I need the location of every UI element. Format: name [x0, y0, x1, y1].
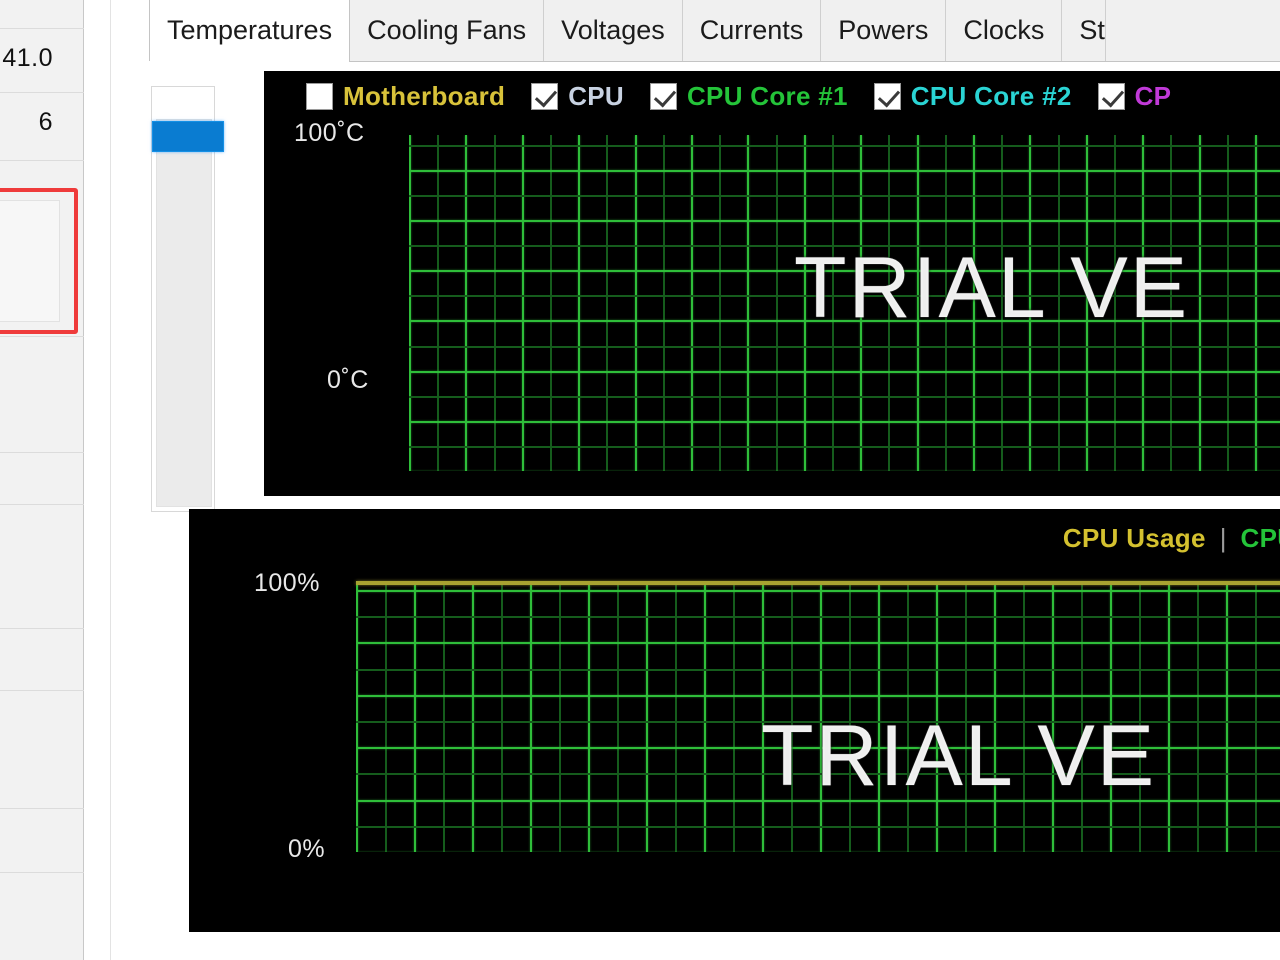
- row-divider: [0, 690, 84, 691]
- tab-label: Powers: [838, 15, 929, 45]
- header-separator: |: [1219, 523, 1227, 553]
- row-divider: [0, 92, 84, 93]
- app-window: 41.0 6 Temperatures Cooling Fans Voltage…: [0, 0, 1280, 960]
- tab-label: Cooling Fans: [367, 15, 527, 45]
- sensor-value-2: 6: [38, 108, 53, 136]
- checkbox-cpu-icon[interactable]: [531, 82, 559, 110]
- tab-clocks[interactable]: Clocks: [946, 0, 1063, 61]
- header-item-cpu-usage[interactable]: CPU Usage: [1063, 523, 1206, 554]
- highlight-annotation-box: [0, 188, 78, 334]
- cpu-usage-series-line: [356, 581, 1280, 585]
- usage-grid: [356, 585, 1280, 852]
- legend-label-motherboard: Motherboard: [343, 80, 506, 111]
- cpu-usage-graph[interactable]: TRIAL VE 100% 0% CPU Usage | CPU T: [189, 509, 1280, 932]
- row-divider: [0, 628, 84, 629]
- legend-label-cpu: CPU: [568, 80, 624, 111]
- row-divider: [0, 452, 84, 453]
- checkbox-motherboard-icon[interactable]: [306, 82, 333, 110]
- legend-label-cpu-core-2: CPU Core #2: [910, 80, 1072, 111]
- temperature-graph[interactable]: TRIAL VE 100˚C 0˚C Motherboard CPU CPU C…: [264, 71, 1280, 496]
- tab-label: Currents: [699, 15, 804, 45]
- tab-voltages[interactable]: Voltages: [544, 0, 683, 61]
- temperatures-tab-page: TRIAL VE 100˚C 0˚C Motherboard CPU CPU C…: [150, 62, 1280, 960]
- legend-item-cpu-package[interactable]: CP: [1097, 80, 1172, 112]
- sensor-value-1: 41.0: [2, 44, 53, 72]
- legend-label-cpu-core-1: CPU Core #1: [686, 80, 848, 111]
- y-axis-min-label: 0%: [288, 835, 326, 863]
- tab-label: Temperatures: [167, 15, 333, 45]
- tab-statistics[interactable]: St: [1062, 0, 1106, 61]
- y-axis-max-label: 100%: [254, 569, 320, 597]
- temperature-legend: Motherboard CPU CPU Core #1 CPU Core #2: [264, 71, 1280, 121]
- checkbox-cpu-core-1-icon[interactable]: [649, 82, 677, 110]
- panel-gap: [85, 0, 111, 960]
- tab-currents[interactable]: Currents: [682, 0, 822, 61]
- sensor-values-panel: 41.0 6: [0, 0, 84, 960]
- legend-item-cpu-core-1[interactable]: CPU Core #1: [649, 80, 848, 112]
- temperature-grid: [409, 135, 1280, 471]
- y-axis-max-label: 100˚C: [294, 119, 365, 147]
- tab-label: Voltages: [561, 15, 665, 45]
- tab-label: St: [1079, 15, 1105, 45]
- checkbox-cpu-package-icon[interactable]: [1097, 82, 1125, 110]
- sensor-list-item-selected[interactable]: [152, 121, 224, 152]
- row-divider: [0, 872, 84, 873]
- legend-label-cpu-package: CP: [1134, 80, 1172, 111]
- row-divider: [0, 160, 84, 161]
- tab-cooling-fans[interactable]: Cooling Fans: [350, 0, 545, 61]
- row-divider: [0, 504, 84, 505]
- y-axis-min-label: 0˚C: [327, 366, 369, 394]
- legend-item-cpu[interactable]: CPU: [531, 81, 624, 112]
- row-divider: [0, 336, 84, 337]
- usage-graph-header: CPU Usage | CPU T: [1063, 523, 1280, 554]
- main-content: Temperatures Cooling Fans Voltages Curre…: [111, 0, 1280, 960]
- tab-label: Clocks: [963, 15, 1045, 45]
- sensor-list-body: [156, 119, 212, 507]
- tab-bar: Temperatures Cooling Fans Voltages Curre…: [149, 0, 1280, 62]
- header-item-cpu-temperature[interactable]: CPU T: [1241, 523, 1280, 554]
- row-divider: [0, 808, 84, 809]
- legend-item-motherboard[interactable]: Motherboard: [306, 81, 505, 112]
- sensor-select-list[interactable]: [151, 86, 224, 512]
- row-divider: [0, 28, 84, 29]
- checkbox-cpu-core-2-icon[interactable]: [873, 82, 901, 110]
- tab-powers[interactable]: Powers: [821, 0, 947, 61]
- legend-item-cpu-core-2[interactable]: CPU Core #2: [873, 80, 1072, 112]
- tab-temperatures[interactable]: Temperatures: [149, 0, 351, 62]
